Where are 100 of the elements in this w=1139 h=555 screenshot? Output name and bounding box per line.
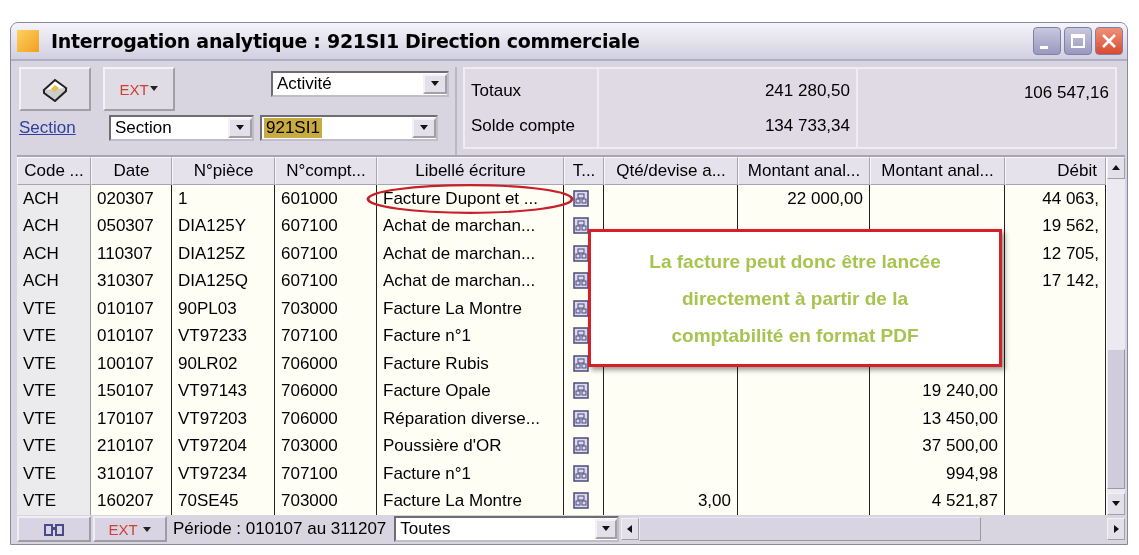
- scroll-left-button[interactable]: [621, 518, 640, 540]
- table-cell: 1: [172, 185, 275, 213]
- section-link[interactable]: Section: [19, 118, 103, 138]
- table-cell: VTE: [17, 460, 91, 488]
- column-header[interactable]: N°compt...: [275, 157, 377, 185]
- table-cell: VTE: [17, 295, 91, 323]
- table-cell: 706000: [275, 350, 377, 378]
- section-code-dropdown[interactable]: 921SI1: [260, 115, 438, 141]
- horizontal-scrollbar[interactable]: [621, 517, 1125, 541]
- filter-dropdown[interactable]: Toutes: [394, 516, 620, 542]
- balance-value: 134 733,34: [764, 115, 850, 136]
- print-button[interactable]: [19, 67, 91, 111]
- table-cell: Réparation diverse...: [377, 405, 564, 433]
- table-cell: 22 000,00: [738, 185, 870, 213]
- table-cell: Facture Opale: [377, 377, 564, 405]
- table-cell: 44 063,: [1005, 185, 1106, 213]
- table-cell: 607100: [275, 240, 377, 268]
- dropdown-button[interactable]: [423, 74, 447, 94]
- document-icon[interactable]: [572, 492, 590, 511]
- scroll-down-button[interactable]: [1107, 493, 1125, 515]
- table-cell: VT97233: [172, 322, 275, 350]
- table-cell: 37 500,00: [870, 432, 1005, 460]
- column-header[interactable]: Débit: [1005, 157, 1106, 185]
- section-dropdown[interactable]: Section: [109, 115, 254, 141]
- table-cell: 3,00: [604, 487, 738, 515]
- dropdown-button[interactable]: [595, 519, 618, 539]
- document-icon[interactable]: [572, 244, 590, 263]
- column-header[interactable]: Date: [91, 157, 172, 185]
- vertical-scrollbar[interactable]: [1107, 157, 1125, 515]
- table-cell: 607100: [275, 267, 377, 295]
- table-cell: 706000: [275, 377, 377, 405]
- binoculars-button[interactable]: [17, 516, 91, 542]
- table-cell: 703000: [275, 432, 377, 460]
- activity-dropdown[interactable]: Activité: [271, 71, 449, 97]
- table-cell: 010107: [91, 322, 172, 350]
- total-value: 106 547,16: [1023, 83, 1109, 103]
- document-icon[interactable]: [572, 437, 590, 456]
- table-cell: VT97203: [172, 405, 275, 433]
- column-header[interactable]: Qté/devise a...: [604, 157, 738, 185]
- table-cell: ACH: [17, 267, 91, 295]
- table-cell: Facture La Montre: [377, 295, 564, 323]
- table-cell: 310107: [91, 460, 172, 488]
- document-icon[interactable]: [572, 409, 590, 428]
- table-cell: 020307: [91, 185, 172, 213]
- total-value: 241 280,50: [764, 80, 850, 101]
- scroll-up-button[interactable]: [1107, 157, 1125, 179]
- column-header[interactable]: N°pièce: [172, 157, 275, 185]
- table-cell: VTE: [17, 377, 91, 405]
- document-icon[interactable]: [572, 189, 590, 208]
- scrollbar-thumb[interactable]: [1107, 349, 1125, 489]
- table-cell: 310307: [91, 267, 172, 295]
- dropdown-button[interactable]: [412, 118, 436, 138]
- table-cell: Achat de marchan...: [377, 212, 564, 240]
- column-header[interactable]: T...: [564, 157, 604, 185]
- table-cell: ACH: [17, 185, 91, 213]
- document-icon[interactable]: [572, 464, 590, 483]
- maximize-button[interactable]: [1064, 27, 1092, 55]
- close-icon: [1101, 33, 1117, 49]
- document-icon[interactable]: [572, 327, 590, 346]
- document-icon[interactable]: [572, 382, 590, 401]
- printer-icon: [41, 76, 69, 102]
- table-cell: 17 142,: [1005, 267, 1106, 295]
- totals-label: Totaux: [471, 80, 523, 101]
- table-cell: 110307: [91, 240, 172, 268]
- minimize-icon: [1040, 45, 1048, 49]
- table-cell: 90PL03: [172, 295, 275, 323]
- document-icon[interactable]: [572, 272, 590, 291]
- column-header[interactable]: Montant anal...: [870, 157, 1005, 185]
- table-cell: 607100: [275, 212, 377, 240]
- table-cell: 994,98: [870, 460, 1005, 488]
- table-cell: Facture Dupont et ...: [377, 185, 564, 213]
- minimize-button[interactable]: [1033, 27, 1061, 55]
- scroll-right-button[interactable]: [1107, 518, 1125, 540]
- binoculars-icon: [43, 521, 65, 537]
- table-cell: 706000: [275, 405, 377, 433]
- column-header[interactable]: Montant anal...: [738, 157, 870, 185]
- close-button[interactable]: [1095, 27, 1123, 55]
- table-cell: ACH: [17, 240, 91, 268]
- scrollbar-thumb[interactable]: [639, 517, 982, 541]
- column-header[interactable]: Code ...: [17, 157, 91, 185]
- table-cell: 19 562,: [1005, 212, 1106, 240]
- table-cell: Facture La Montre: [377, 487, 564, 515]
- column-header[interactable]: Libellé écriture: [377, 157, 564, 185]
- document-icon[interactable]: [572, 299, 590, 318]
- table-cell: Facture n°1: [377, 460, 564, 488]
- table-cell: 4 521,87: [870, 487, 1005, 515]
- document-icon[interactable]: [572, 354, 590, 373]
- table-cell: Facture Rubis: [377, 350, 564, 378]
- table-cell: 707100: [275, 460, 377, 488]
- table-cell: VTE: [17, 350, 91, 378]
- callout-text: La facture peut donc être lancée directement à partir de la comptabilité en format PDF: [648, 249, 942, 348]
- table-cell: 703000: [275, 487, 377, 515]
- app-icon: [17, 30, 39, 52]
- document-icon[interactable]: [572, 217, 590, 236]
- table-cell: DIA125Q: [172, 267, 275, 295]
- table-cell: VT97204: [172, 432, 275, 460]
- table-cell: 210107: [91, 432, 172, 460]
- dropdown-button[interactable]: [228, 118, 252, 138]
- table-cell: DIA125Y: [172, 212, 275, 240]
- table-cell: DIA125Z: [172, 240, 275, 268]
